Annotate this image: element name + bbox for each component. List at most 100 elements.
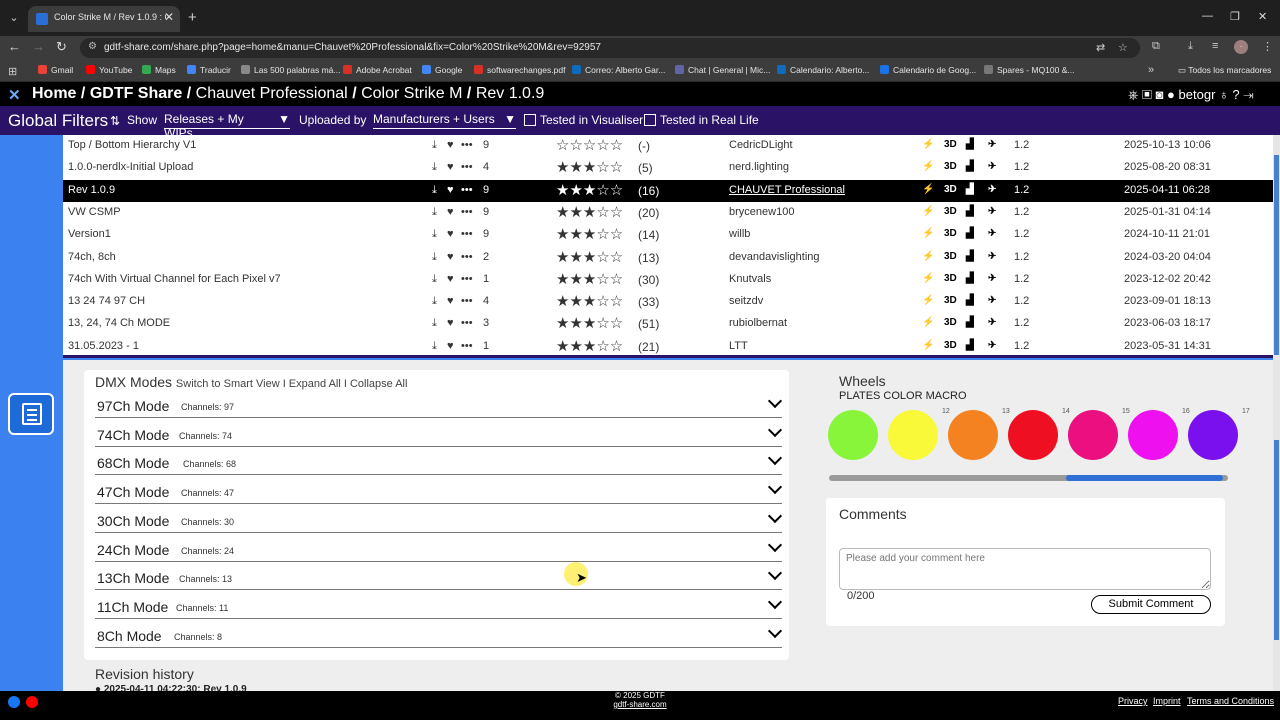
table-row[interactable]: Top / Bottom Hierarchy V1 ⤓ ♥ ••• 9 ☆☆☆☆☆ (-) C…: [63, 135, 1274, 157]
youtube-footer-icon[interactable]: [26, 696, 38, 708]
table-row[interactable]: 13 24 74 97 CH ⤓ ♥ ••• 4 ★★★☆☆ (33) seitzdv ⚡ 3D ▟…: [63, 291, 1274, 313]
dmx-mode-row[interactable]: 8Ch Mode Channels: 8: [95, 622, 783, 648]
minimize-icon[interactable]: —: [1202, 10, 1213, 22]
revision-name[interactable]: 74ch With Virtual Channel for Each Pixel…: [68, 273, 281, 285]
forward-icon[interactable]: →: [32, 39, 45, 54]
favorite-heart-icon[interactable]: ♥: [447, 295, 454, 307]
more-options-icon[interactable]: •••: [461, 295, 473, 307]
chevron-down-icon[interactable]: [767, 451, 783, 466]
comment-input[interactable]: [839, 548, 1211, 590]
revision-name[interactable]: 13 24 74 97 CH: [68, 295, 145, 307]
bookmark-item[interactable]: Calendario: Alberto...: [777, 65, 869, 75]
share-icon[interactable]: ⎈: [1128, 87, 1138, 102]
revision-name[interactable]: 31.05.2023 - 1: [68, 340, 139, 352]
download-icon[interactable]: ⤓: [432, 251, 437, 264]
more-options-icon[interactable]: •••: [461, 161, 473, 173]
dmx-mode-row[interactable]: 24Ch Mode Channels: 24: [95, 536, 783, 562]
bookmark-item[interactable]: Traducir: [187, 65, 231, 75]
rating-stars[interactable]: ☆☆☆☆☆: [556, 136, 623, 154]
table-row[interactable]: 74ch, 8ch ⤓ ♥ ••• 2 ★★★☆☆ (13) devandavislighti…: [63, 247, 1274, 269]
chevron-down-icon[interactable]: [767, 537, 783, 552]
tested-visualiser-checkbox[interactable]: [524, 114, 536, 126]
footer-site-link[interactable]: gdtf-share.com: [612, 700, 668, 709]
save-icon[interactable]: ▣: [1142, 87, 1152, 102]
download-icon[interactable]: ⤓: [432, 139, 437, 152]
chevron-down-icon[interactable]: [767, 623, 783, 638]
username[interactable]: betogr: [1179, 87, 1216, 102]
wheel-slot[interactable]: [1128, 410, 1178, 460]
uploader-name[interactable]: Knutvals: [729, 273, 771, 285]
uploader-name[interactable]: nerd.lighting: [729, 161, 789, 173]
address-url[interactable]: gdtf-share.com/share.php?page=home&manu=…: [104, 42, 601, 53]
revision-name[interactable]: VW CSMP: [68, 206, 121, 218]
uploader-name[interactable]: willb: [729, 228, 750, 240]
rating-stars[interactable]: ★★★☆☆: [556, 337, 623, 355]
bookmark-item[interactable]: YouTube: [86, 65, 132, 75]
extensions-icon[interactable]: ⧉: [1152, 40, 1160, 53]
more-options-icon[interactable]: •••: [461, 273, 473, 285]
table-row[interactable]: Rev 1.0.9 ⤓ ♥ ••• 9 ★★★☆☆ (16) CHAUVET Professi…: [63, 179, 1274, 202]
dmx-mode-row[interactable]: 68Ch Mode Channels: 68: [95, 449, 783, 476]
bookmark-item[interactable]: Calendario de Goog...: [880, 65, 976, 75]
rating-stars[interactable]: ★★★☆☆: [556, 270, 623, 288]
address-bar[interactable]: ⚙ gdtf-share.com/share.php?page=home&man…: [80, 38, 1140, 58]
tested-visualiser-label[interactable]: Tested in Visualiser: [540, 113, 643, 127]
table-row[interactable]: 1.0.0-nerdlx-Initial Upload ⤓ ♥ ••• 4 ★★★☆☆ (5…: [63, 157, 1274, 179]
wheel-slot[interactable]: [1008, 410, 1058, 460]
gdtf-logo-icon[interactable]: ✕: [8, 86, 21, 104]
bookmark-item[interactable]: Spares - MQ100 &...: [984, 65, 1074, 75]
bookmark-item[interactable]: Las 500 palabras má...: [241, 65, 340, 75]
dmx-mode-row[interactable]: 47Ch Mode Channels: 47: [95, 478, 783, 505]
download-icon[interactable]: ⤓: [432, 206, 437, 219]
more-options-icon[interactable]: •••: [461, 184, 473, 196]
user-icon[interactable]: ●: [1167, 87, 1175, 102]
uploader-name[interactable]: CedricDLight: [729, 139, 793, 151]
more-options-icon[interactable]: •••: [461, 251, 473, 263]
bookmark-item[interactable]: Chat | General | Mic...: [675, 65, 770, 75]
tested-real-life-checkbox[interactable]: [644, 114, 656, 126]
wheel-scroll-thumb[interactable]: [1066, 475, 1223, 481]
uploader-name[interactable]: LTT: [729, 340, 748, 352]
rating-stars[interactable]: ★★★☆☆: [556, 158, 623, 176]
browser-tab-active[interactable]: Color Strike M / Rev 1.0.9 : GDTF ✕: [28, 6, 180, 32]
chevron-down-icon[interactable]: [767, 508, 783, 523]
dmx-mode-row[interactable]: 74Ch Mode Channels: 74: [95, 421, 783, 447]
tab-search-icon[interactable]: ⌄: [6, 9, 22, 27]
download-icon[interactable]: ⤓: [432, 184, 437, 197]
help-icon[interactable]: ?: [1232, 87, 1239, 102]
bookmark-item[interactable]: Maps: [142, 65, 176, 75]
chevron-down-icon[interactable]: [767, 594, 783, 609]
table-row[interactable]: 13, 24, 74 Ch MODE ⤓ ♥ ••• 3 ★★★☆☆ (51) rubiolb…: [63, 313, 1274, 335]
table-row[interactable]: 74ch With Virtual Channel for Each Pixel…: [63, 269, 1274, 291]
more-options-icon[interactable]: •••: [461, 340, 473, 352]
more-options-icon[interactable]: •••: [461, 206, 473, 218]
bookmark-item[interactable]: Google: [422, 65, 462, 75]
favorite-heart-icon[interactable]: ♥: [447, 228, 454, 240]
table-row[interactable]: VW CSMP ⤓ ♥ ••• 9 ★★★☆☆ (20) brycenew100 ⚡ 3D ▟ ✈ 1.…: [63, 202, 1274, 224]
bookmark-item[interactable]: softwarechanges.pdf: [474, 65, 565, 75]
restore-icon[interactable]: ❐: [1230, 10, 1240, 23]
uploader-name[interactable]: brycenew100: [729, 206, 794, 218]
terms-link[interactable]: Terms and Conditions: [1187, 696, 1274, 706]
uploader-name[interactable]: CHAUVET Professional: [729, 184, 845, 196]
site-info-icon[interactable]: ⚙: [88, 41, 97, 52]
download-icon[interactable]: ⤓: [432, 295, 437, 308]
dmx-view-actions[interactable]: Switch to Smart View I Expand All I Coll…: [176, 378, 408, 390]
favorite-heart-icon[interactable]: ♥: [447, 184, 454, 196]
crumb-revision[interactable]: Rev 1.0.9: [476, 85, 544, 102]
favorite-heart-icon[interactable]: ♥: [447, 317, 454, 329]
bookmark-star-icon[interactable]: ☆: [1118, 41, 1128, 54]
apps-grid-icon[interactable]: ⊞: [8, 65, 17, 78]
revision-name[interactable]: 1.0.0-nerdlx-Initial Upload: [68, 161, 193, 173]
download-icon[interactable]: ⤓: [432, 161, 437, 174]
chevron-down-icon[interactable]: [767, 480, 783, 495]
more-options-icon[interactable]: •••: [461, 139, 473, 151]
revision-name[interactable]: 13, 24, 74 Ch MODE: [68, 317, 170, 329]
submit-comment-button[interactable]: Submit Comment: [1091, 595, 1211, 614]
downloads-icon[interactable]: ⤓: [1188, 40, 1193, 53]
logout-icon[interactable]: ⇥: [1243, 87, 1253, 102]
crumb-gdtf-share[interactable]: GDTF Share: [90, 85, 182, 102]
rating-stars[interactable]: ★★★☆☆: [556, 225, 623, 243]
wheel-slot[interactable]: [888, 410, 938, 460]
dmx-mode-row[interactable]: 30Ch Mode Channels: 30: [95, 507, 783, 533]
